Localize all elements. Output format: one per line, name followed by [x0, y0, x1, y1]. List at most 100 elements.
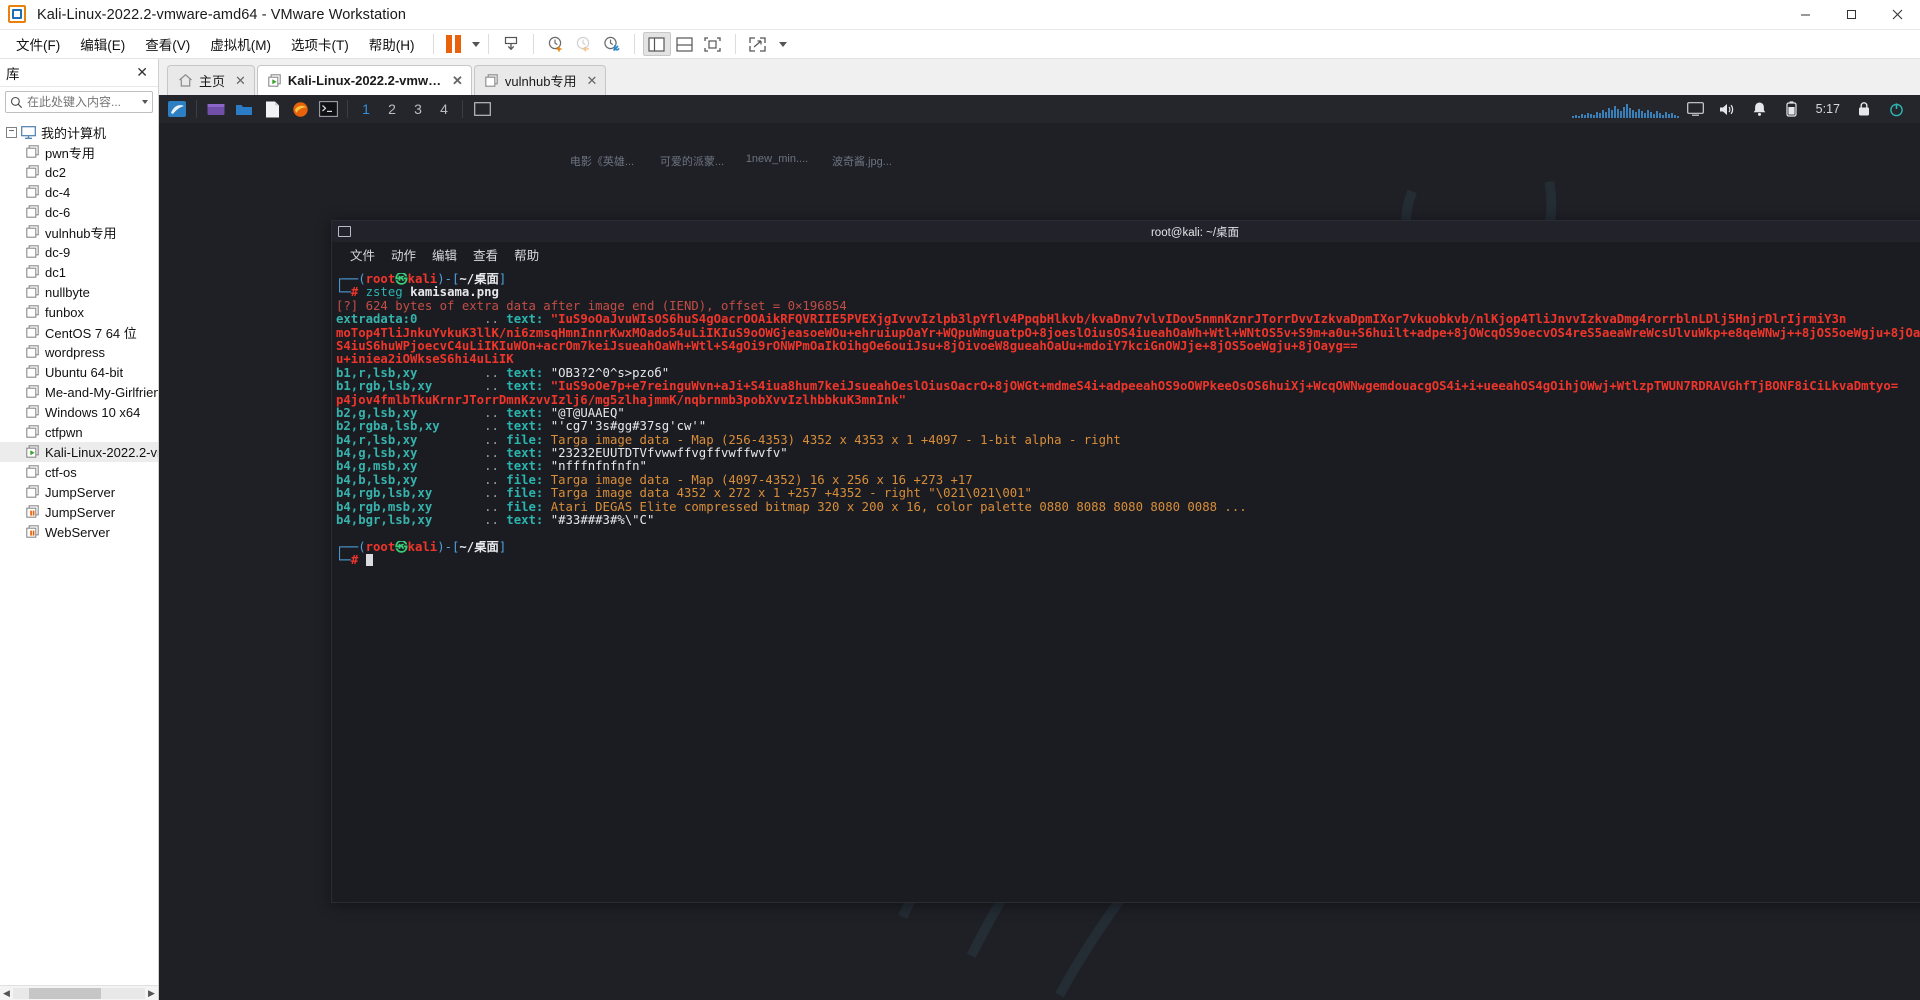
library-item[interactable]: dc-9 — [0, 242, 158, 262]
screen-icon[interactable] — [1685, 99, 1707, 119]
hscroll-thumb[interactable] — [29, 988, 101, 999]
snapshot-take-icon[interactable] — [542, 32, 570, 56]
terminal-blank-line — [336, 527, 1920, 540]
menu-divider-2 — [488, 34, 489, 54]
terminal-cursor-line: └─# — [336, 554, 1920, 567]
desktop-icon[interactable]: 波奇酱.jpg... — [819, 153, 905, 169]
library-item[interactable]: JumpServer — [0, 482, 158, 502]
chevron-down-icon[interactable] — [472, 42, 480, 47]
library-item[interactable]: dc-6 — [0, 202, 158, 222]
tab-1[interactable]: Kali-Linux-2022.2-vmware-a...✕ — [257, 65, 472, 95]
library-item[interactable]: dc1 — [0, 262, 158, 282]
clock[interactable]: 5:17 — [1810, 102, 1846, 116]
desktop-icon[interactable]: 1new_min.... — [734, 153, 820, 165]
close-button[interactable] — [1874, 0, 1920, 30]
desktop-icon[interactable]: 可爱的派蒙... — [649, 153, 735, 169]
menu-help[interactable]: 帮助(H) — [359, 30, 425, 58]
power-icon[interactable] — [1885, 99, 1907, 119]
search-input[interactable] — [27, 95, 142, 109]
library-hscrollbar[interactable]: ◀ ▶ — [0, 985, 158, 1000]
library-item[interactable]: wordpress — [0, 342, 158, 362]
terminal-icon[interactable] — [317, 99, 339, 119]
show-library-icon[interactable] — [643, 32, 671, 56]
virtual-machine-icon — [26, 465, 40, 479]
workspace-1[interactable]: 1 — [357, 101, 375, 117]
scroll-left-icon[interactable]: ◀ — [0, 988, 13, 999]
menu-tabs[interactable]: 选项卡(T) — [281, 30, 359, 58]
library-item[interactable]: dc-4 — [0, 182, 158, 202]
text-editor-icon[interactable] — [261, 99, 283, 119]
library-search[interactable] — [5, 91, 153, 113]
desktop-icon-label: 波奇酱.jpg... — [819, 153, 905, 169]
terminal-titlebar[interactable]: root@kali: ~/桌面 ✕ — [332, 221, 1920, 242]
search-chevron-down-icon[interactable] — [142, 100, 148, 104]
power-vm-icon[interactable] — [497, 32, 525, 56]
terminal-menu-0[interactable]: 文件 — [342, 243, 383, 266]
library-item[interactable]: Me-and-My-Girlfriend — [0, 382, 158, 402]
terminal-menu-1[interactable]: 动作 — [383, 243, 424, 266]
workspace-4[interactable]: 4 — [435, 101, 453, 117]
virtual-machine-icon — [26, 385, 40, 399]
workspace-2[interactable]: 2 — [383, 101, 401, 117]
library-item[interactable]: pwn专用 — [0, 142, 158, 162]
virtual-machine-icon — [26, 485, 40, 499]
terminal-menu-3[interactable]: 查看 — [465, 243, 506, 266]
volume-icon[interactable] — [1717, 99, 1739, 119]
tab-2[interactable]: vulnhub专用✕ — [474, 65, 606, 95]
library-item[interactable]: WebServer — [0, 522, 158, 542]
hscroll-track[interactable] — [13, 988, 145, 999]
suspend-button[interactable] — [442, 33, 465, 55]
tree-collapse-icon[interactable]: − — [6, 127, 17, 138]
virtual-machine-icon — [26, 325, 40, 339]
library-item[interactable]: ctfpwn — [0, 422, 158, 442]
terminal-menu-4[interactable]: 帮助 — [506, 243, 547, 266]
menu-file[interactable]: 文件(F) — [6, 30, 70, 58]
snapshot-revert-icon[interactable] — [570, 32, 598, 56]
library-item[interactable]: dc2 — [0, 162, 158, 182]
vmware-window: Kali-Linux-2022.2-vmware-amd64 - VMware … — [0, 0, 1920, 1000]
unity-chevron-icon[interactable] — [779, 42, 787, 47]
fullscreen-icon[interactable] — [699, 32, 727, 56]
library-item[interactable]: funbox — [0, 302, 158, 322]
tab-close-icon[interactable]: ✕ — [586, 73, 597, 89]
library-item[interactable]: JumpServer — [0, 502, 158, 522]
firefox-icon[interactable] — [289, 99, 311, 119]
library-item[interactable]: Kali-Linux-2022.2-vmware-amd64 — [0, 442, 158, 462]
library-item[interactable]: Windows 10 x64 — [0, 402, 158, 422]
tab-close-icon[interactable]: ✕ — [452, 73, 463, 89]
maximize-button[interactable] — [1828, 0, 1874, 30]
snapshot-manager-icon[interactable] — [598, 32, 626, 56]
battery-icon[interactable] — [1781, 99, 1803, 119]
unity-mode-icon[interactable] — [744, 32, 772, 56]
kali-menu-icon[interactable] — [166, 99, 188, 119]
lock-icon[interactable] — [1853, 99, 1875, 119]
show-console-view-icon[interactable] — [671, 32, 699, 56]
terminal-menu-2[interactable]: 编辑 — [424, 243, 465, 266]
library-item-label: Windows 10 x64 — [45, 405, 140, 420]
terminal-output[interactable]: ┌──(root㉿kali)-[~/桌面]└─# zsteg kamisama.… — [332, 267, 1920, 902]
menu-edit[interactable]: 编辑(E) — [70, 30, 135, 58]
library-item[interactable]: CentOS 7 64 位 — [0, 322, 158, 342]
menu-view[interactable]: 查看(V) — [135, 30, 200, 58]
terminal-window[interactable]: root@kali: ~/桌面 ✕ 文件动作编辑查看帮助 ┌──(root㉿ka… — [331, 220, 1920, 903]
tab-0[interactable]: 主页✕ — [167, 65, 255, 95]
scroll-right-icon[interactable]: ▶ — [145, 988, 158, 999]
terminal-data-line: moTop4TliJnkuYvkuK3llK/ni6zmsqHmnInnrKwx… — [336, 327, 1920, 340]
library-item[interactable]: nullbyte — [0, 282, 158, 302]
library-item[interactable]: Ubuntu 64-bit — [0, 362, 158, 382]
library-close-icon[interactable]: ✕ — [132, 64, 152, 81]
library-item[interactable]: vulnhub专用 — [0, 222, 158, 242]
window-task-icon[interactable] — [471, 99, 493, 119]
desktop-icon[interactable]: 电影《英雄... — [559, 153, 645, 169]
bell-icon[interactable] — [1749, 99, 1771, 119]
tree-root-my-computer[interactable]: −我的计算机 — [0, 122, 158, 142]
menu-vm[interactable]: 虚拟机(M) — [200, 30, 281, 58]
workspace-3[interactable]: 3 — [409, 101, 427, 117]
library-item[interactable]: ctf-os — [0, 462, 158, 482]
terminal-result-line: b1,r,lsb,xy .. text: "OB3?2^0^s>pzoб" — [336, 367, 1920, 380]
vm-console-screen[interactable]: 1 2 3 4 — [159, 95, 1920, 1000]
tab-close-icon[interactable]: ✕ — [235, 73, 246, 89]
minimize-button[interactable] — [1782, 0, 1828, 30]
files-purple-icon[interactable] — [205, 99, 227, 119]
folder-icon[interactable] — [233, 99, 255, 119]
